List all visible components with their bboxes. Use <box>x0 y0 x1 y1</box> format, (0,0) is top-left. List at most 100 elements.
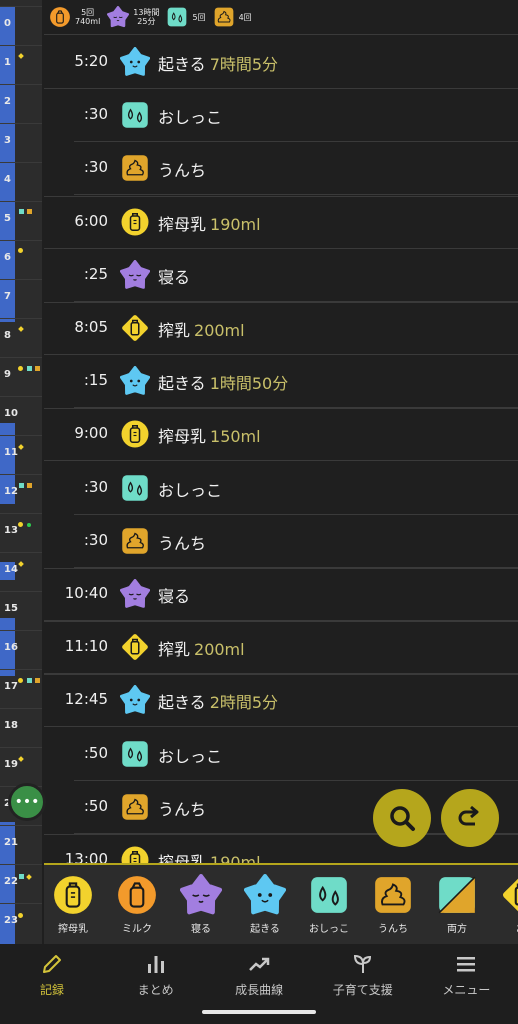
timeline-hour[interactable]: 21 <box>0 825 42 864</box>
record-row[interactable]: 12:45 起きる 2時間5分 <box>44 674 518 728</box>
timeline-hour[interactable]: 5 <box>0 201 42 240</box>
pumped-milk-icon <box>120 632 150 662</box>
record-time: :30 <box>83 477 108 496</box>
timeline-hour[interactable]: 19 <box>0 747 42 786</box>
record-time: :30 <box>83 105 108 124</box>
timeline-hour[interactable]: 18 <box>0 708 42 747</box>
timeline-hour[interactable]: 9 <box>0 357 42 396</box>
wake-star-icon <box>119 47 151 77</box>
nav-tab[interactable]: 子育て支援 <box>311 950 415 998</box>
nav-tab-label: メニュー <box>442 983 491 997</box>
record-row[interactable]: 10:40 寝る <box>44 568 518 621</box>
quick-add-label: おしっこ <box>309 924 349 935</box>
timeline-hour[interactable]: 4 <box>0 162 42 201</box>
jump-to-latest-button[interactable] <box>441 789 499 847</box>
record-time: :50 <box>83 743 108 762</box>
nav-tab-label: 記録 <box>39 983 64 997</box>
record-row[interactable]: 13:00 搾母乳 190ml <box>44 834 518 864</box>
record-label: おしっこ <box>158 108 223 128</box>
more-options-button[interactable]: ••• <box>8 783 46 821</box>
hour-label: 2 <box>4 96 11 107</box>
timeline-hour[interactable]: 15 <box>0 591 42 630</box>
record-row[interactable]: :30 うんち <box>44 515 518 568</box>
record-detail: 190ml <box>210 214 261 234</box>
summary-value: 5回 <box>192 12 206 22</box>
record-time: :25 <box>83 264 108 283</box>
record-row[interactable]: :15 起きる 1時間50分 <box>44 355 518 409</box>
record-row[interactable]: 6:00 搾母乳 190ml <box>44 195 518 249</box>
timeline-hour[interactable]: 7 <box>0 279 42 318</box>
quick-add-button[interactable]: うんち <box>361 873 425 935</box>
quick-add-button[interactable]: 搾母乳 <box>44 873 105 935</box>
timeline-hour[interactable]: 10 <box>0 396 42 435</box>
quick-add-button[interactable]: お <box>489 873 518 935</box>
hour-label: 12 <box>4 486 18 497</box>
timeline-hour[interactable]: 13 <box>0 513 42 552</box>
record-detail: 150ml <box>210 427 261 447</box>
redo-arrow-icon <box>458 805 479 826</box>
timeline-hour[interactable]: 2 <box>0 84 42 123</box>
timeline-hour[interactable]: 14 <box>0 552 42 591</box>
record-label: 搾母乳 150ml <box>158 427 261 447</box>
quick-add-label: お <box>489 920 518 935</box>
timeline-hour[interactable]: 11 <box>0 435 42 474</box>
record-row[interactable]: :50 おしっこ <box>44 728 518 781</box>
home-indicator[interactable] <box>202 1010 316 1014</box>
timeline-event-marker <box>19 874 24 879</box>
timeline-hour[interactable]: 8 <box>0 318 42 357</box>
nav-tab[interactable]: 成長曲線 <box>207 950 311 998</box>
record-label: 起きる 1時間50分 <box>158 374 289 394</box>
bar-chart-icon <box>104 950 208 978</box>
quick-add-button[interactable]: ミルク <box>105 873 169 935</box>
record-detail: 7時間5分 <box>209 55 279 74</box>
timeline-hour[interactable]: 23 <box>0 903 42 942</box>
nav-tab[interactable]: メニュー <box>414 950 518 998</box>
record-row[interactable]: 5:20 起きる 7時間5分 <box>44 36 518 89</box>
sleep-star-icon <box>106 5 130 29</box>
record-row[interactable]: :30 うんち <box>44 142 518 196</box>
record-time: 8:05 <box>74 318 108 336</box>
quick-add-button[interactable]: 起きる <box>233 873 297 935</box>
hour-label: 0 <box>4 18 11 29</box>
timeline-hour[interactable]: 16 <box>0 630 42 669</box>
timeline-hour[interactable]: 3 <box>0 123 42 162</box>
record-time: 11:10 <box>64 637 108 656</box>
timeline-hour[interactable]: 12 <box>0 474 42 513</box>
search-button[interactable] <box>373 789 431 847</box>
formula-bottle-icon <box>115 873 159 917</box>
hour-label: 15 <box>4 603 18 614</box>
nav-tab[interactable]: 記録 <box>0 950 104 998</box>
summary-value: 5回 740ml <box>75 8 101 26</box>
record-row[interactable]: 11:10 搾乳 200ml <box>44 621 518 675</box>
record-row[interactable]: :25 寝る <box>44 249 518 302</box>
timeline-hour[interactable]: 22 <box>0 864 42 903</box>
nav-tab[interactable]: まとめ <box>104 950 208 998</box>
record-time: :50 <box>83 796 108 815</box>
record-time: 5:20 <box>74 52 108 70</box>
hour-label: 14 <box>4 564 18 575</box>
ellipsis-icon: ••• <box>14 794 40 810</box>
record-row[interactable]: :30 おしっこ <box>44 462 518 515</box>
pencil-icon <box>0 950 104 978</box>
quick-add-label: うんち <box>378 924 408 935</box>
timeline-event-marker <box>18 248 23 253</box>
poop-icon <box>212 5 236 29</box>
timeline-hour[interactable]: 6 <box>0 240 42 279</box>
record-list[interactable]: 5:20 起きる 7時間5分:30 おしっこ:30 うんち 6:00 搾母乳 190ml:25… <box>44 36 518 864</box>
record-label: 起きる 2時間5分 <box>158 693 279 713</box>
record-row[interactable]: :30 おしっこ <box>44 89 518 143</box>
timeline-hour[interactable]: 0 <box>0 6 42 45</box>
quick-add-button[interactable]: 両方 <box>425 873 489 935</box>
record-label: うんち <box>158 161 207 181</box>
timeline-hour[interactable]: 17 <box>0 669 42 708</box>
quick-add-button[interactable]: おしっこ <box>297 873 361 935</box>
record-row[interactable]: 8:05 搾乳 200ml <box>44 302 518 355</box>
timeline-event-marker <box>19 209 24 214</box>
breast-milk-icon <box>120 845 150 864</box>
timeline-hour[interactable]: 1 <box>0 45 42 84</box>
record-row[interactable]: 9:00 搾母乳 150ml <box>44 408 518 462</box>
hour-label: 22 <box>4 876 18 887</box>
quick-add-button[interactable]: 寝る <box>169 873 233 935</box>
record-time: :30 <box>83 530 108 549</box>
quick-input-bar[interactable]: 搾母乳 ミルク 寝る 起きる おしっこ うんち 両方 お <box>44 863 518 944</box>
